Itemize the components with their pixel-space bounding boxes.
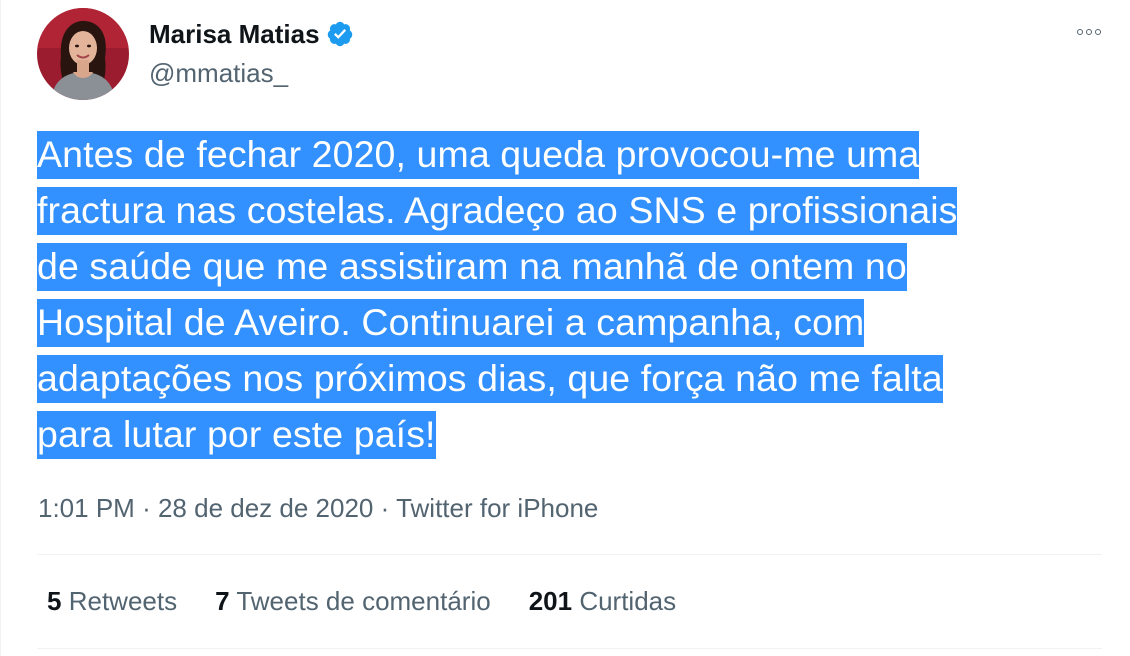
tweet-time-link[interactable]: 1:01 PM [38, 493, 135, 523]
tweet-text-line: Hospital de Aveiro. Continuarei a campan… [37, 299, 865, 347]
tweet-stats: 5 Retweets 7 Tweets de comentário 201 Cu… [47, 586, 714, 617]
retweets-count: 5 [47, 586, 62, 616]
tweet-text-line: Antes de fechar 2020, uma queda provocou… [37, 131, 920, 179]
quote-tweets-count: 7 [215, 586, 230, 616]
more-options-icon[interactable] [1071, 22, 1107, 42]
retweets-stat[interactable]: 5 Retweets [47, 586, 177, 617]
tweet-source-link[interactable]: Twitter for iPhone [396, 493, 598, 523]
meta-separator: · [380, 493, 390, 523]
meta-separator: · [142, 493, 151, 523]
dot [1095, 29, 1101, 35]
likes-count: 201 [528, 586, 573, 616]
tweet-header: Marisa Matias @mmatias_ [37, 8, 1107, 100]
name-row: Marisa Matias [149, 16, 354, 52]
divider [37, 554, 1102, 555]
tweet-text-line: de saúde que me assistiram na manhã de o… [37, 243, 907, 291]
verified-badge-icon [326, 20, 354, 48]
author-handle[interactable]: @mmatias_ [149, 58, 354, 89]
profile-photo-icon [37, 8, 129, 100]
tweet-metadata: 1:01 PM · 28 de dez de 2020 · Twitter fo… [38, 493, 598, 524]
tweet-text-line: fractura nas costelas. Agradeço ao SNS e… [37, 187, 958, 235]
divider [37, 648, 1102, 649]
dot [1086, 29, 1092, 35]
author-display-name[interactable]: Marisa Matias [149, 19, 320, 50]
likes-label: Curtidas [579, 586, 677, 616]
author-block: Marisa Matias @mmatias_ [149, 16, 354, 89]
tweet-detail: Marisa Matias @mmatias_ Antes de fechar … [0, 0, 1130, 656]
likes-stat[interactable]: 201 Curtidas [529, 586, 676, 617]
quote-tweets-label: Tweets de comentário [236, 586, 491, 616]
tweet-text-line: para lutar por este país! [37, 411, 436, 459]
quote-tweets-stat[interactable]: 7 Tweets de comentário [215, 586, 491, 617]
retweets-label: Retweets [68, 586, 178, 616]
tweet-text-line: adaptações nos próximos dias, que força … [37, 355, 943, 403]
tweet-date-link[interactable]: 28 de dez de 2020 [158, 493, 373, 523]
dot [1077, 29, 1083, 35]
tweet-text[interactable]: Antes de fechar 2020, uma queda provocou… [37, 126, 1097, 462]
avatar[interactable] [37, 8, 129, 100]
